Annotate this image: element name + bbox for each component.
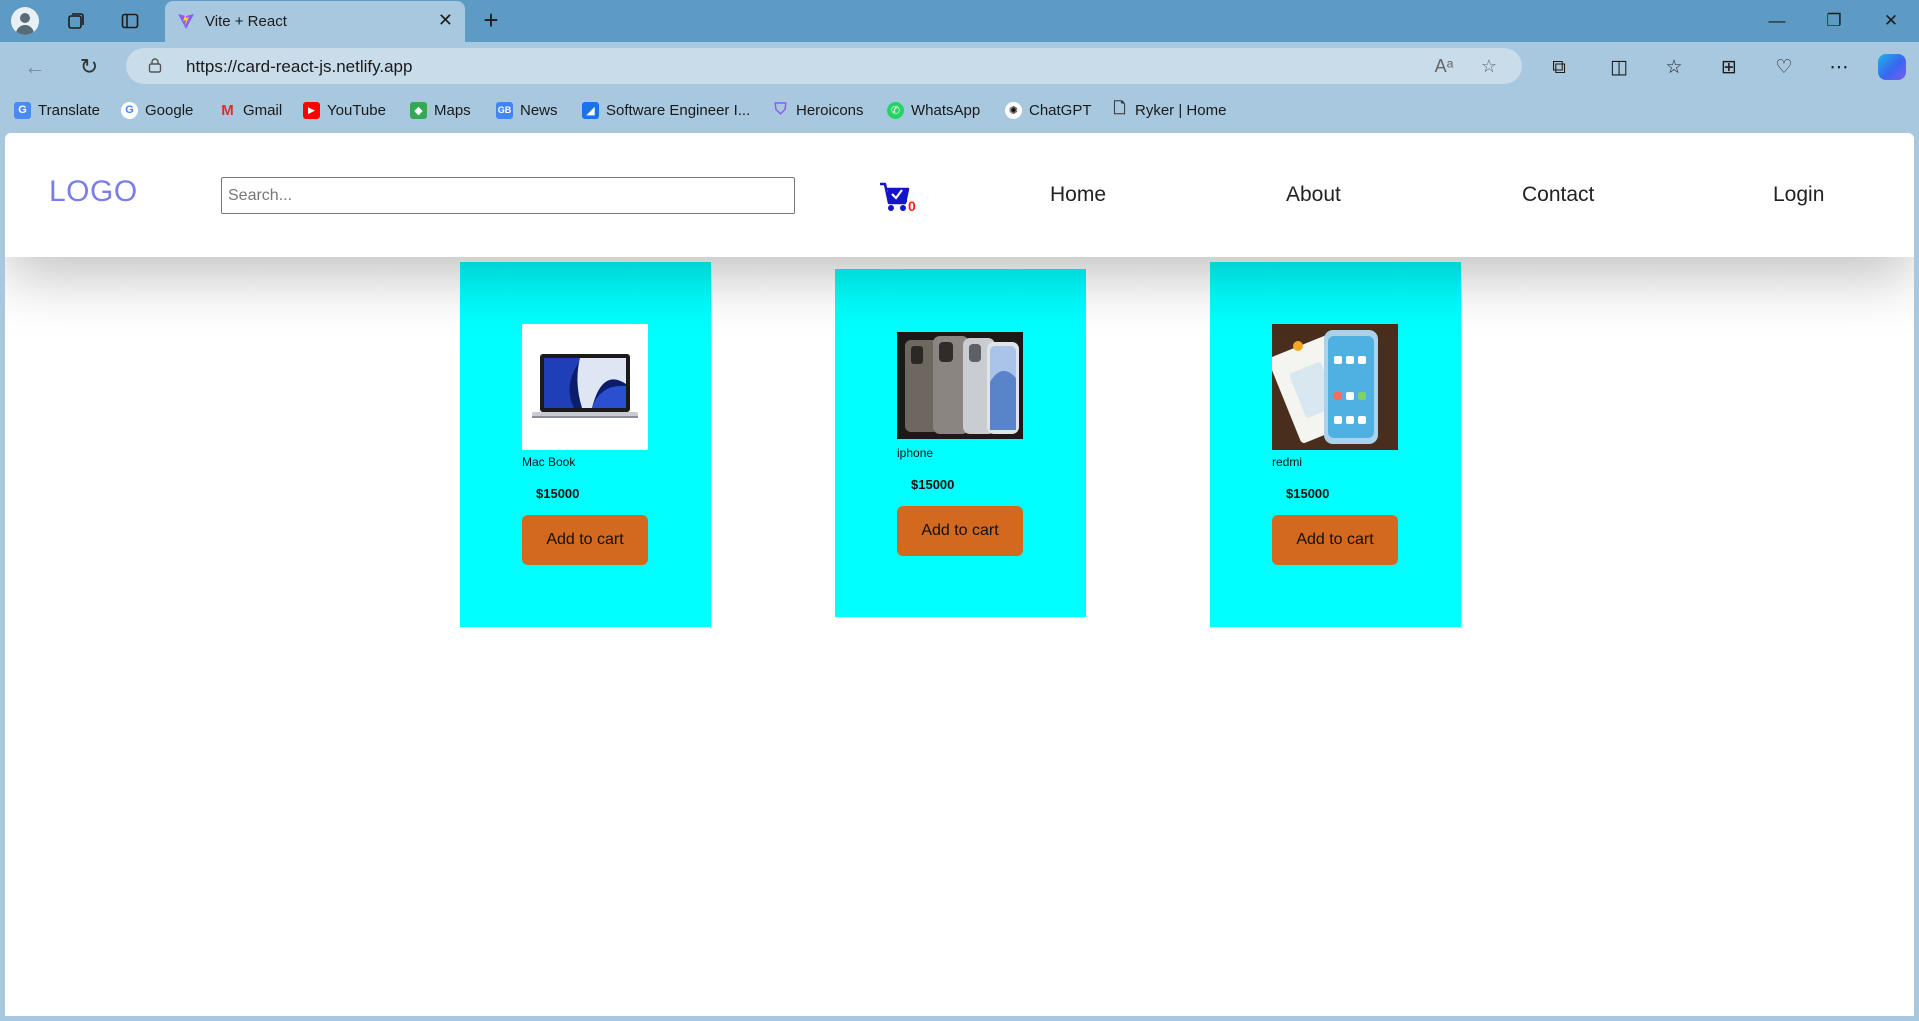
extensions-icon[interactable]: ⧉ <box>1544 54 1574 82</box>
product-card: Mac Book $15000 Add to cart <box>460 262 711 627</box>
product-price: $15000 <box>911 477 955 492</box>
news-icon: GB <box>496 101 513 119</box>
product-list: Mac Book $15000 Add to cart iphone $1500… <box>5 257 1914 1016</box>
google-icon: G <box>121 101 138 119</box>
add-to-cart-button[interactable]: Add to cart <box>897 506 1023 556</box>
product-card: redmi $15000 Add to cart <box>1210 262 1461 627</box>
redmi-image <box>1272 324 1398 450</box>
browser-tab-active[interactable]: Vite + React ✕ <box>165 1 465 42</box>
bookmark-chatgpt[interactable]: ✺ ChatGPT <box>1005 99 1092 121</box>
bookmark-youtube[interactable]: ▶ YouTube <box>303 99 386 121</box>
bookmark-label: WhatsApp <box>911 101 981 119</box>
bookmark-label: Google <box>145 101 194 119</box>
whatsapp-icon: ✆ <box>887 101 904 119</box>
product-name: redmi <box>1272 455 1303 469</box>
bookmark-label: YouTube <box>327 101 386 119</box>
product-price: $15000 <box>1286 486 1330 501</box>
bookmark-label: Heroicons <box>796 101 864 119</box>
favorite-star-icon[interactable]: ☆ <box>1476 54 1502 78</box>
bookmark-news[interactable]: GB News <box>496 99 558 121</box>
translate-icon: G <box>14 101 31 119</box>
gmail-icon: M <box>221 101 234 119</box>
iphone-image <box>897 332 1023 439</box>
bookmark-translate[interactable]: G Translate <box>14 99 100 121</box>
maps-icon: ◆ <box>410 101 427 119</box>
workspaces-icon[interactable] <box>60 5 92 37</box>
bookmark-label: ChatGPT <box>1029 101 1092 119</box>
nav-about-link[interactable]: About <box>1286 183 1341 207</box>
page-viewport: LOGO 0 Home About Contact Login <box>5 133 1914 1016</box>
bookmark-heroicons[interactable]: ⛉ Heroicons <box>772 99 864 121</box>
cart-count-badge: 0 <box>908 198 916 214</box>
tab-close-icon[interactable]: ✕ <box>438 11 453 29</box>
bookmark-label: Ryker | Home <box>1135 101 1227 119</box>
address-bar[interactable]: https://card-react-js.netlify.app Aᵃ ☆ <box>126 48 1522 84</box>
favorites-icon[interactable]: ☆ <box>1659 54 1689 82</box>
tab-actions-icon[interactable] <box>114 5 146 37</box>
tab-title: Vite + React <box>205 13 287 30</box>
youtube-icon: ▶ <box>303 101 320 119</box>
site-logo[interactable]: LOGO <box>49 175 138 209</box>
product-card: iphone $15000 Add to cart <box>835 269 1086 617</box>
new-tab-icon[interactable]: + <box>476 6 506 36</box>
product-name: Mac Book <box>522 455 576 469</box>
bookmark-ryker-home[interactable]: 🗋 Ryker | Home <box>1111 99 1226 121</box>
read-aloud-icon[interactable]: Aᵃ <box>1431 54 1457 78</box>
bookmark-label: Translate <box>38 101 100 119</box>
nav-login-link[interactable]: Login <box>1773 183 1824 207</box>
close-window-icon[interactable]: ✕ <box>1871 8 1911 34</box>
bookmarks-bar: G Translate G Google M Gmail ▶ YouTube ◆… <box>0 92 1919 126</box>
url-text[interactable]: https://card-react-js.netlify.app <box>186 57 412 77</box>
bookmark-whatsapp[interactable]: ✆ WhatsApp <box>887 99 980 121</box>
bookmark-maps[interactable]: ◆ Maps <box>410 99 471 121</box>
collections-icon[interactable]: ⊞ <box>1714 54 1744 82</box>
bookmark-gmail[interactable]: M Gmail <box>219 99 282 121</box>
split-screen-icon[interactable]: ◫ <box>1604 54 1634 82</box>
cart-icon[interactable] <box>879 178 911 214</box>
bookmark-google[interactable]: G Google <box>121 99 193 121</box>
restore-icon[interactable]: ❐ <box>1814 8 1854 34</box>
more-menu-icon[interactable]: ⋯ <box>1824 54 1854 82</box>
chatgpt-icon: ✺ <box>1005 101 1022 119</box>
minimize-icon[interactable]: — <box>1757 8 1797 34</box>
browser-essentials-icon[interactable]: ♡ <box>1769 54 1799 82</box>
product-price: $15000 <box>536 486 580 501</box>
add-to-cart-button[interactable]: Add to cart <box>522 515 648 565</box>
site-header: LOGO 0 Home About Contact Login <box>5 133 1914 257</box>
search-input[interactable] <box>221 177 795 214</box>
software-engineer-icon: ◢ <box>582 101 599 119</box>
refresh-icon[interactable]: ↻ <box>74 52 104 82</box>
macbook-image <box>522 324 648 450</box>
bookmark-label: Software Engineer I... <box>606 101 751 119</box>
bookmark-software-engineer[interactable]: ◢ Software Engineer I... <box>582 99 750 121</box>
document-icon: 🗋 <box>1113 99 1126 117</box>
browser-titlebar: Vite + React ✕ + — ❐ ✕ <box>0 0 1919 42</box>
add-to-cart-button[interactable]: Add to cart <box>1272 515 1398 565</box>
copilot-icon[interactable] <box>1878 54 1906 80</box>
profile-avatar-icon[interactable] <box>11 7 39 35</box>
product-name: iphone <box>897 446 934 460</box>
lock-icon[interactable] <box>148 57 162 73</box>
nav-contact-link[interactable]: Contact <box>1522 183 1594 207</box>
bookmark-label: Gmail <box>243 101 283 119</box>
nav-home-link[interactable]: Home <box>1050 183 1106 207</box>
vite-favicon-icon <box>177 12 195 35</box>
heroicons-icon: ⛉ <box>774 101 787 118</box>
browser-toolbar: ← ↻ https://card-react-js.netlify.app Aᵃ… <box>0 42 1919 92</box>
bookmark-label: News <box>520 101 558 119</box>
bookmark-label: Maps <box>434 101 471 119</box>
back-icon[interactable]: ← <box>20 52 50 82</box>
